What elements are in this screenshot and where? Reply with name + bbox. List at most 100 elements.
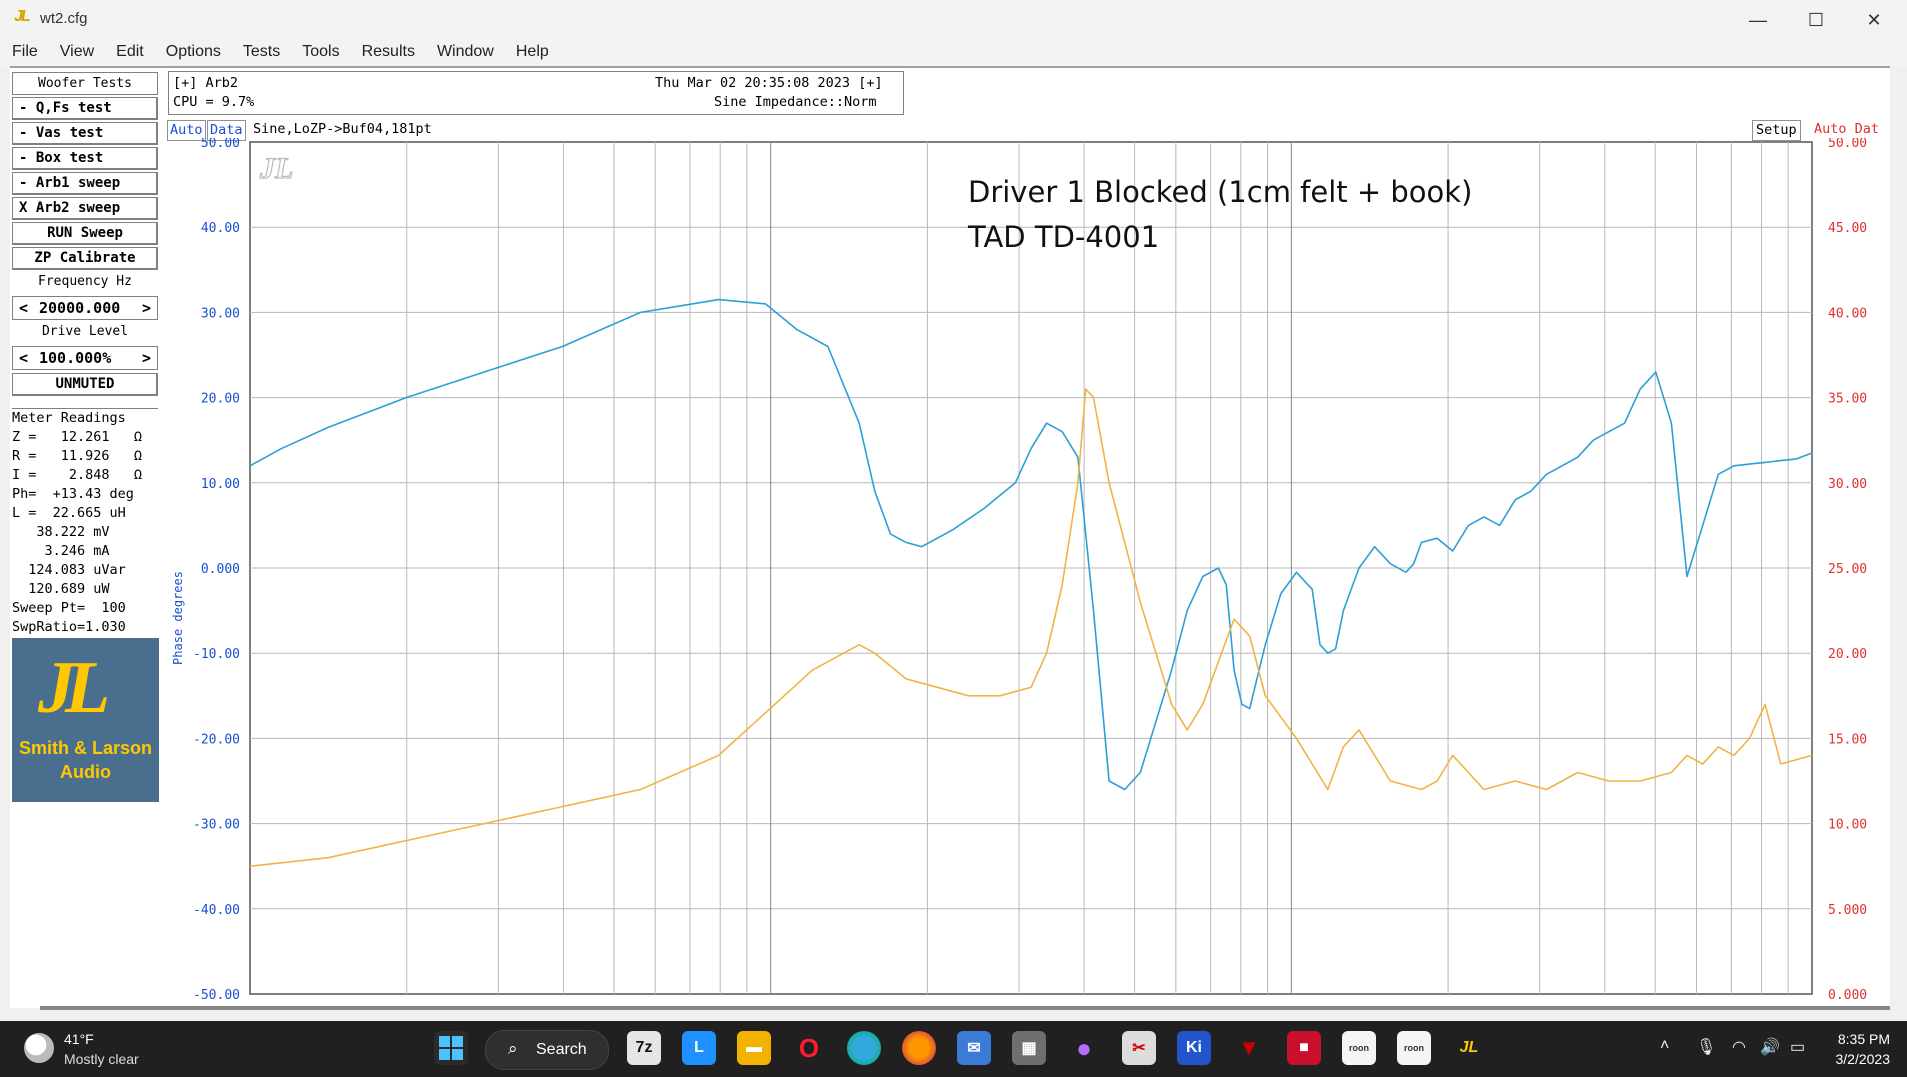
right-tick-label: 0.000 (1828, 988, 1867, 1003)
menu-edit[interactable]: Edit (103, 40, 153, 66)
run-sweep-button[interactable]: RUN Sweep (12, 222, 158, 245)
logo-brand-text: Smith & Larson (18, 738, 152, 758)
left-tick-label: -10.00 (193, 647, 240, 662)
status-impedance: Sine Impedance::Norm (714, 94, 877, 110)
minimize-button[interactable]: — (1730, 4, 1786, 36)
right-tick-label: 50.00 (1828, 138, 1867, 151)
l-app-icon[interactable]: L (682, 1031, 716, 1065)
close-button[interactable]: ✕ (1846, 4, 1902, 36)
frequency-label: Frequency Hz (38, 274, 132, 289)
meter-row: I = 2.848 Ω (12, 467, 143, 483)
right-tick-label: 20.00 (1828, 647, 1867, 662)
drive-decrease-icon[interactable]: < (19, 347, 28, 369)
volume-icon[interactable]: 🔊 (1760, 1037, 1780, 1057)
drive-level-stepper[interactable]: < 100.000% > (12, 346, 158, 370)
status-cpu: CPU = 9.7% (173, 94, 255, 110)
menu-options[interactable]: Options (153, 40, 230, 66)
left-axis-label: Phase degrees (171, 571, 185, 665)
meter-row: 120.689 uW (12, 581, 110, 597)
impedance-phase-chart: 50.00 40.00 30.00 20.00 10.00 0.000 -10.00 -20.… (171, 138, 1867, 1003)
window-title: wt2.cfg (40, 10, 88, 27)
drive-level-label: Drive Level (41, 324, 129, 339)
logo-audio-text: Audio (60, 762, 111, 782)
woofer-tests-header: Woofer Tests (12, 72, 158, 95)
right-axis-ticks: 50.00 45.00 40.00 35.00 30.00 25.00 20.00 15.00… (1828, 138, 1867, 1003)
annotation-title: Driver 1 Blocked (1cm felt + book) (968, 175, 1473, 209)
outlook-icon[interactable]: ✉ (957, 1031, 991, 1065)
clock-time[interactable]: 8:35 PM (1830, 1031, 1890, 1047)
frequency-stepper[interactable]: < 20000.000 > (12, 296, 158, 320)
frequency-decrease-icon[interactable]: < (19, 297, 28, 319)
battery-icon[interactable]: ▭ (1790, 1037, 1805, 1057)
taskbar-search[interactable]: ⌕ Search (485, 1030, 609, 1070)
search-label: Search (536, 1041, 587, 1058)
graph-description: Sine,LoZP->Buf04,181pt (253, 121, 432, 137)
opera-icon[interactable]: O (792, 1031, 826, 1065)
menu-file[interactable]: File (0, 40, 47, 66)
watermark-logo-icon: JL (259, 152, 293, 185)
status-panel: [+] Arb2 Thu Mar 02 20:35:08 2023 [+] CP… (168, 71, 904, 115)
horizontal-scrollbar[interactable] (40, 1006, 1890, 1010)
meter-row: Ph= +13.43 deg (12, 486, 134, 502)
left-tick-label: 20.00 (201, 392, 240, 407)
7zip-icon[interactable]: 7z (627, 1031, 661, 1065)
calculator-icon[interactable]: ▦ (1012, 1031, 1046, 1065)
menu-window[interactable]: Window (424, 40, 503, 66)
firefox-icon[interactable] (902, 1031, 936, 1065)
vas-test-button[interactable]: - Vas test (12, 122, 158, 145)
tray-chevron-up-icon[interactable]: ˄ (1660, 1037, 1669, 1055)
red-app-icon[interactable]: ▼ (1232, 1031, 1266, 1065)
frequency-increase-icon[interactable]: > (142, 297, 151, 319)
menu-bar: File View Edit Options Tests Tools Resul… (0, 40, 1907, 66)
right-tick-label: 5.000 (1828, 903, 1867, 918)
status-arb: [+] Arb2 (173, 75, 239, 91)
mute-toggle-button[interactable]: UNMUTED (12, 373, 158, 396)
smith-larson-logo: JL Smith & Larson Audio (12, 638, 159, 802)
woofer-tester-icon[interactable]: JL (1452, 1031, 1486, 1065)
arb1-sweep-button[interactable]: - Arb1 sweep (12, 172, 158, 195)
menu-results[interactable]: Results (349, 40, 424, 66)
cube-app-icon[interactable]: ■ (1287, 1031, 1321, 1065)
microphone-icon[interactable]: 🎙 (1696, 1037, 1716, 1057)
title-bar: JL wt2.cfg — ☐ ✕ (0, 0, 1907, 40)
roon-server-icon[interactable]: roon (1397, 1031, 1431, 1065)
left-tick-label: -20.00 (193, 732, 240, 747)
snipping-tool-icon[interactable]: ✂ (1122, 1031, 1156, 1065)
file-explorer-icon[interactable]: ▬ (737, 1031, 771, 1065)
drive-level-value: 100.000% (39, 349, 112, 367)
left-tick-label: -30.00 (193, 818, 240, 833)
qfs-test-button[interactable]: - Q,Fs test (12, 97, 158, 120)
frequency-value: 20000.000 (39, 299, 121, 317)
menu-tests[interactable]: Tests (230, 40, 289, 66)
menu-tools[interactable]: Tools (289, 40, 348, 66)
box-test-button[interactable]: - Box test (12, 147, 158, 170)
weather-temp: 41°F (64, 1031, 94, 1047)
drive-increase-icon[interactable]: > (142, 347, 151, 369)
meter-header: Meter Readings (12, 410, 126, 426)
weather-desc: Mostly clear (64, 1051, 139, 1067)
clock-date[interactable]: 3/2/2023 (1806, 1051, 1891, 1067)
menu-view[interactable]: View (47, 40, 103, 66)
right-auto-data-button[interactable]: Auto Dat (1814, 121, 1879, 137)
arb2-sweep-button[interactable]: X Arb2 sweep (12, 197, 158, 220)
left-tick-label: 30.00 (201, 306, 240, 321)
meter-row: Sweep Pt= 100 (12, 600, 126, 616)
status-datetime: Thu Mar 02 20:35:08 2023 [+] (655, 75, 883, 91)
meter-row: Z = 12.261 Ω (12, 429, 143, 445)
droplet-app-icon[interactable]: ● (1067, 1031, 1101, 1065)
zp-calibrate-button[interactable]: ZP Calibrate (12, 247, 158, 270)
meter-row: R = 11.926 Ω (12, 448, 143, 464)
menu-help[interactable]: Help (503, 40, 558, 66)
kicad-icon[interactable]: Ki (1177, 1031, 1211, 1065)
weather-moon-icon[interactable] (24, 1033, 54, 1063)
roon-icon[interactable]: roon (1342, 1031, 1376, 1065)
right-tick-label: 30.00 (1828, 477, 1867, 492)
jl-logo-icon: JL (38, 647, 110, 729)
right-tick-label: 45.00 (1828, 221, 1867, 236)
meter-row: L = 22.665 uH (12, 505, 126, 521)
maximize-button[interactable]: ☐ (1788, 4, 1844, 36)
edge-icon[interactable] (847, 1031, 881, 1065)
start-icon[interactable] (434, 1031, 468, 1065)
wifi-icon[interactable]: ◠ (1732, 1037, 1746, 1057)
left-tick-label: 0.000 (201, 562, 240, 577)
